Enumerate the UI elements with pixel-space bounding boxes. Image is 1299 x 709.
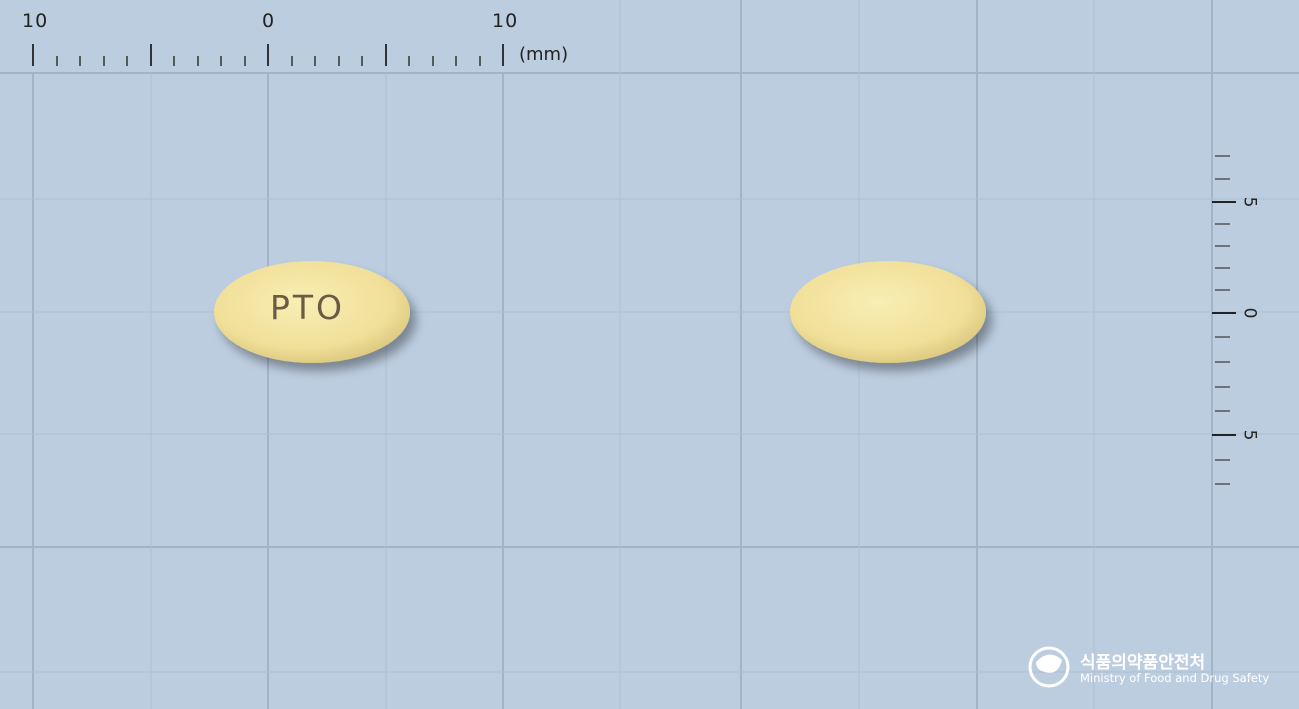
grid-lines — [0, 0, 1299, 709]
ruler-label-right-10: 10 — [492, 10, 519, 32]
horizontal-ruler — [32, 44, 504, 66]
ruler-label-0: 0 — [262, 10, 276, 32]
pill-imprint-text: PTO — [270, 288, 346, 327]
grid-background — [0, 0, 1299, 709]
ruler-label-left-10: 10 — [22, 10, 49, 32]
vertical-ruler — [1212, 155, 1236, 485]
mfds-logo-icon — [1028, 646, 1070, 688]
grid-lines-minor — [0, 0, 1299, 709]
logo-english-text: Ministry of Food and Drug Safety — [1080, 671, 1270, 685]
vertical-ruler-label-0: 0 — [1239, 307, 1260, 319]
vertical-ruler-label-top-5: 5 — [1239, 196, 1260, 208]
ruler-unit-label: (mm) — [519, 44, 569, 65]
vertical-ruler-label-bottom-5: 5 — [1239, 429, 1260, 441]
logo-korean-text: 식품의약품안전처 — [1080, 653, 1206, 673]
pill-back — [790, 261, 986, 363]
